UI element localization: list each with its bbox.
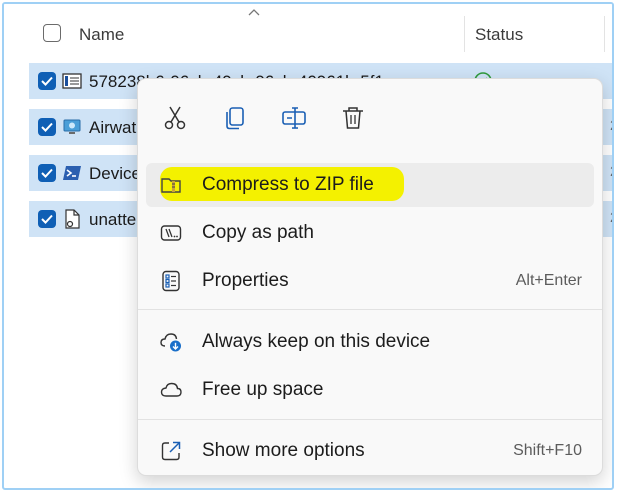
scissors-icon — [164, 106, 186, 130]
cut-button[interactable] — [162, 105, 188, 131]
menu-item-label: Properties — [202, 270, 289, 291]
menu-item-compress-zip[interactable]: Compress to ZIP file — [146, 163, 594, 207]
column-header-status[interactable]: Status — [475, 25, 523, 45]
row-checkbox[interactable] — [38, 210, 56, 228]
menu-separator — [138, 309, 602, 310]
row-truncated-value: 2 — [610, 209, 612, 226]
menu-item-label: Free up space — [202, 379, 324, 400]
context-menu: Compress to ZIP file Copy as path Proper… — [137, 78, 603, 476]
row-truncated-value: 2 — [610, 163, 612, 180]
menu-item-properties[interactable]: Properties Alt+Enter — [146, 259, 594, 303]
trash-icon — [343, 107, 363, 129]
menu-item-copy-as-path[interactable]: Copy as path — [146, 211, 594, 255]
row-truncated-value: 2 — [610, 117, 612, 134]
rename-icon — [282, 107, 306, 129]
menu-item-label: Copy as path — [202, 222, 314, 243]
menu-item-label: Compress to ZIP file — [202, 174, 374, 195]
column-header-name[interactable]: Name — [79, 25, 124, 45]
column-divider[interactable] — [464, 16, 465, 52]
menu-item-label: Always keep on this device — [202, 331, 431, 352]
copy-button[interactable] — [222, 105, 248, 131]
open-external-icon — [161, 441, 181, 461]
settings-file-icon — [65, 209, 80, 229]
copy-icon — [226, 107, 244, 130]
menu-item-free-up-space[interactable]: Free up space — [146, 368, 594, 412]
file-explorer-window: Name Status 578238b6-06cb-49cb-96cb-4096… — [2, 2, 614, 490]
monitor-app-icon — [63, 119, 81, 134]
select-all-checkbox[interactable] — [43, 24, 61, 42]
keyboard-shortcut: Alt+Enter — [515, 272, 582, 289]
sort-ascending-icon — [248, 9, 260, 16]
properties-icon — [162, 270, 180, 292]
rename-button[interactable] — [281, 105, 307, 131]
row-checkbox[interactable] — [38, 164, 56, 182]
delete-button[interactable] — [340, 105, 366, 131]
column-divider[interactable] — [604, 16, 605, 52]
cloud-download-icon — [160, 333, 181, 352]
zip-folder-icon — [161, 178, 181, 193]
menu-item-show-more-options[interactable]: Show more options Shift+F10 — [146, 429, 594, 473]
column-header-bar: Name Status — [4, 4, 612, 56]
copy-path-icon — [160, 225, 182, 241]
menu-item-always-keep[interactable]: Always keep on this device — [146, 320, 594, 364]
row-checkbox[interactable] — [38, 72, 56, 90]
row-checkbox[interactable] — [38, 118, 56, 136]
keyboard-shortcut: Shift+F10 — [513, 442, 582, 459]
file-generic-icon — [62, 73, 82, 89]
cloud-icon — [160, 382, 182, 397]
menu-separator — [138, 419, 602, 420]
menu-item-label: Show more options — [202, 440, 365, 461]
powershell-icon — [63, 166, 81, 180]
